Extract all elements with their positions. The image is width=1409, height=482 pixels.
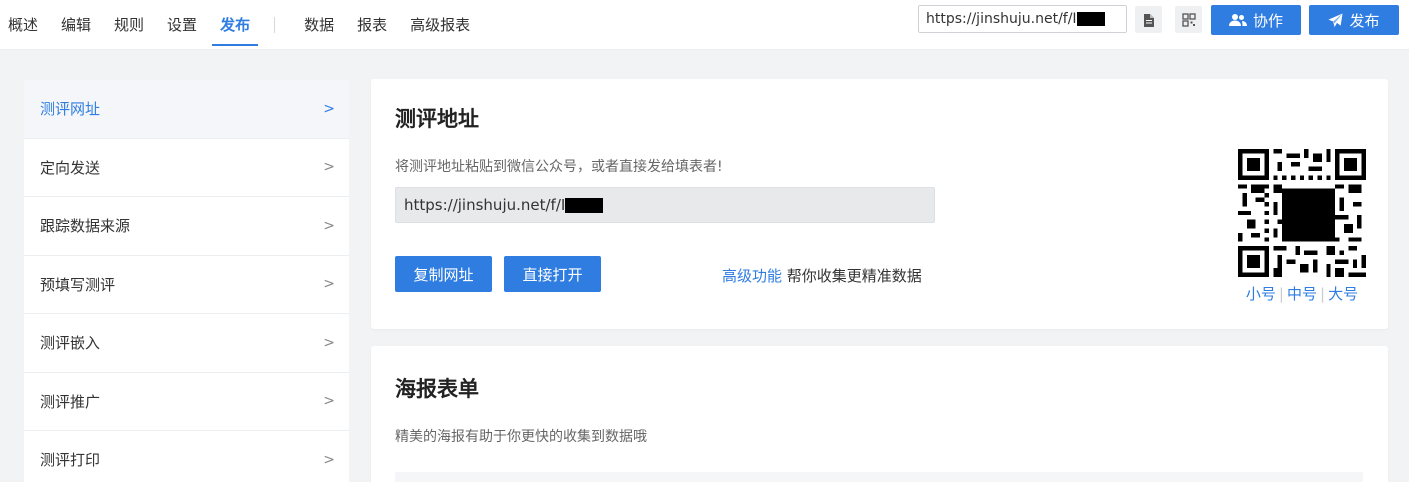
copy-url-button[interactable]: 复制网址 <box>395 256 492 292</box>
qr-size-medium[interactable]: 中号 <box>1287 285 1317 303</box>
sidebar-item-label: 预填写测评 <box>40 275 116 294</box>
sidebar-item-print[interactable]: 测评打印 > <box>24 431 349 482</box>
address-url-field[interactable]: https://jinshuju.net/f/I <box>395 187 935 223</box>
sidebar-item-label: 测评网址 <box>40 100 101 119</box>
main-nav: 概述 编辑 规则 设置 发布 数据 报表 高级报表 <box>0 0 470 50</box>
qr-code-image <box>1238 149 1366 277</box>
sidebar-item-track-source[interactable]: 跟踪数据来源 > <box>24 197 349 256</box>
qr-size-large[interactable]: 大号 <box>1328 285 1358 303</box>
sidebar-item-embed[interactable]: 测评嵌入 > <box>24 314 349 373</box>
nav-divider <box>274 17 276 33</box>
sidebar-item-label: 测评打印 <box>40 451 101 470</box>
poster-card-title: 海报表单 <box>395 377 479 401</box>
open-directly-button[interactable]: 直接打开 <box>504 256 601 292</box>
header-url-field[interactable]: https://jinshuju.net/f/I <box>918 5 1127 33</box>
sidebar-item-url[interactable]: 测评网址 > <box>24 80 349 139</box>
collaborate-label: 协作 <box>1252 11 1283 30</box>
chevron-right-icon: > <box>323 451 335 468</box>
publish-sidebar: 测评网址 > 定向发送 > 跟踪数据来源 > 预填写测评 > 测评嵌入 > 测评… <box>24 80 349 482</box>
poster-preview-area <box>395 472 1363 482</box>
copy-document-icon[interactable] <box>1135 6 1162 33</box>
poster-card: 海报表单 精美的海报有助于你更快的收集到数据哦 <box>371 346 1388 482</box>
nav-overview[interactable]: 概述 <box>8 0 38 50</box>
collaborate-button[interactable]: 协作 <box>1211 5 1301 35</box>
nav-data[interactable]: 数据 <box>304 0 334 50</box>
address-url-text: https://jinshuju.net/f/I <box>404 196 566 214</box>
advanced-features-link[interactable]: 高级功能 <box>722 267 782 285</box>
advanced-features-text: 帮你收集更精准数据 <box>786 267 922 285</box>
chevron-right-icon: > <box>323 159 335 176</box>
nav-rules[interactable]: 规则 <box>114 0 144 50</box>
advanced-features-line: 高级功能 帮你收集更精准数据 <box>722 265 922 286</box>
address-card: 测评地址 将测评地址粘贴到微信公众号，或者直接发给填表者! https://ji… <box>371 79 1388 329</box>
qr-size-separator: | <box>1278 285 1284 303</box>
qr-size-separator: | <box>1320 285 1326 303</box>
chevron-right-icon: > <box>323 393 335 410</box>
header-url-text: https://jinshuju.net/f/I <box>926 11 1077 27</box>
redaction-block <box>565 197 604 213</box>
sidebar-item-promote[interactable]: 测评推广 > <box>24 373 349 431</box>
sidebar-item-targeted-send[interactable]: 定向发送 > <box>24 139 349 197</box>
top-bar: 概述 编辑 规则 设置 发布 数据 报表 高级报表 https://jinshu… <box>0 0 1409 50</box>
nav-settings[interactable]: 设置 <box>167 0 197 50</box>
paper-plane-icon <box>1328 12 1344 27</box>
publish-label: 发布 <box>1349 11 1380 30</box>
sidebar-item-prefill[interactable]: 预填写测评 > <box>24 256 349 314</box>
nav-reports[interactable]: 报表 <box>357 0 387 50</box>
redaction-block <box>1076 12 1105 26</box>
address-card-description: 将测评地址粘贴到微信公众号，或者直接发给填表者! <box>395 159 723 175</box>
nav-advanced-reports[interactable]: 高级报表 <box>410 0 470 50</box>
sidebar-item-label: 定向发送 <box>40 158 101 177</box>
chevron-right-icon: > <box>323 100 335 117</box>
users-icon <box>1228 14 1247 26</box>
publish-button[interactable]: 发布 <box>1309 5 1399 35</box>
sidebar-item-label: 跟踪数据来源 <box>40 217 131 236</box>
chevron-right-icon: > <box>323 276 335 293</box>
qr-size-selector: 小号 | 中号 | 大号 <box>1239 283 1365 304</box>
qr-size-small[interactable]: 小号 <box>1246 285 1276 303</box>
sidebar-item-label: 测评推广 <box>40 392 101 411</box>
nav-edit[interactable]: 编辑 <box>61 0 91 50</box>
chevron-right-icon: > <box>323 334 335 351</box>
address-card-title: 测评地址 <box>395 107 479 131</box>
sidebar-item-label: 测评嵌入 <box>40 334 101 353</box>
qr-code-icon[interactable] <box>1175 6 1202 33</box>
chevron-right-icon: > <box>323 217 335 234</box>
poster-card-description: 精美的海报有助于你更快的收集到数据哦 <box>395 429 647 445</box>
nav-publish[interactable]: 发布 <box>212 0 259 50</box>
